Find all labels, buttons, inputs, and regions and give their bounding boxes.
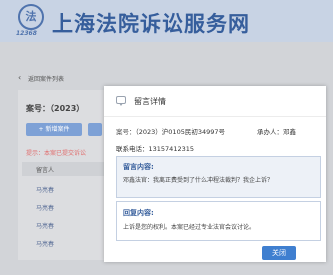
message-icon [116, 96, 126, 106]
secondary-action-button[interactable] [88, 123, 102, 136]
reply-content-title: 回复内容: [123, 209, 154, 217]
handler-label: 承办人： [257, 128, 283, 136]
contact-phone: 联系电话：13157412315 [116, 143, 194, 153]
back-to-list-link[interactable]: ‹ 返回案件列表 [0, 70, 333, 86]
new-case-button[interactable]: + 新增案件 [26, 123, 82, 136]
notice-tip: 提示：本案已提交诉讼 [26, 150, 87, 157]
site-header: 法 12368 上海法院诉讼服务网 [0, 0, 333, 42]
hotline-number: 12368 [16, 30, 37, 37]
dialog-header: 留言详情 [104, 86, 326, 117]
table-row[interactable]: 马亮春 [36, 239, 54, 248]
page: 法 12368 上海法院诉讼服务网 ‹ 返回案件列表 案号：（2023） + 新… [0, 0, 333, 275]
court-logo-icon: 法 [18, 4, 44, 30]
message-content-text: 邓鑫法官：我离正费受到了什么冲程法裁判？我企上诉？ [123, 177, 274, 184]
back-to-list-label: 返回案件列表 [28, 76, 65, 83]
reply-content-box: 回复内容: 上诉是您的权利。本案已经过专业法官会议讨论。 [116, 201, 321, 241]
table-row[interactable]: 马亮春 [36, 203, 54, 212]
table-row[interactable]: 马亮春 [36, 185, 54, 194]
reply-content-text: 上诉是您的权利。本案已经过专业法官会议讨论。 [123, 224, 256, 231]
phone-label: 联系电话： [116, 145, 149, 153]
message-content-title: 留言内容: [123, 163, 154, 171]
case-number-field-label: 案号： [116, 128, 136, 136]
handler: 承办人：邓鑫 [257, 126, 296, 136]
phone-value: 13157412315 [148, 145, 195, 153]
close-button[interactable]: 关闭 [262, 246, 296, 260]
message-detail-dialog: 留言详情 案号：（2023）沪0105民初34997号 承办人：邓鑫 联系电话：… [104, 86, 326, 262]
site-title: 上海法院诉讼服务网 [52, 12, 250, 36]
case-number-value: （2023）沪0105民初34997号 [135, 128, 226, 136]
message-content-box: 留言内容: 邓鑫法官：我离正费受到了什么冲程法裁判？我企上诉？ [116, 156, 321, 198]
chevron-left-icon: ‹ [18, 73, 22, 82]
table-row[interactable]: 马亮春 [36, 221, 54, 230]
case-number: 案号：（2023）沪0105民初34997号 [116, 126, 225, 136]
dialog-title: 留言详情 [134, 97, 166, 106]
case-number-label: 案号：（2023） [26, 104, 85, 113]
table-header: 留言人 [22, 162, 106, 176]
column-header-author: 留言人 [36, 167, 55, 174]
handler-value: 邓鑫 [283, 128, 296, 136]
